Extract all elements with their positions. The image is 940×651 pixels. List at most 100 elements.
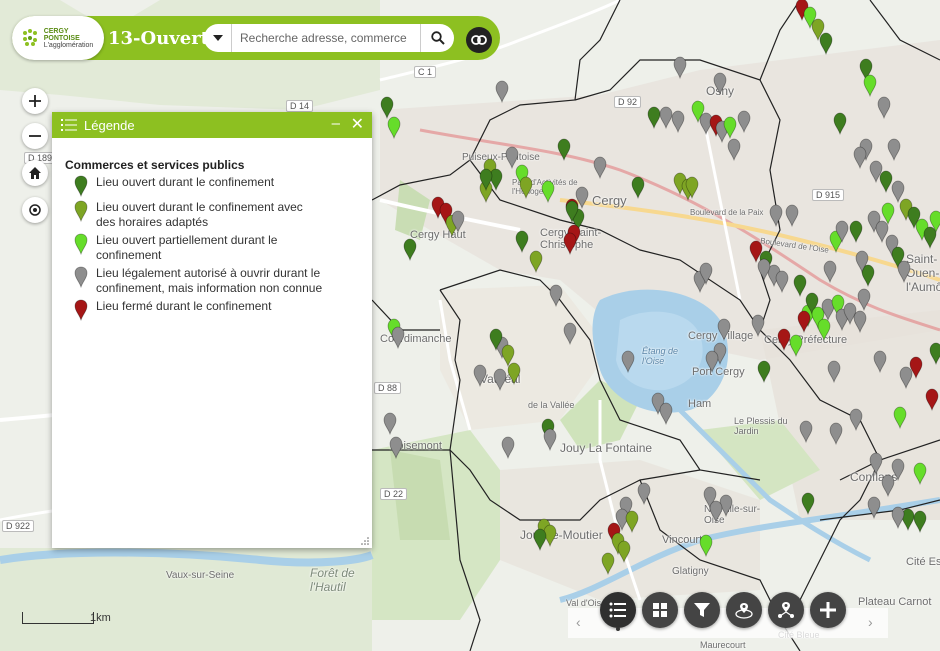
- map-marker[interactable]: [817, 318, 831, 342]
- close-icon[interactable]: ✕: [351, 114, 364, 134]
- map-marker[interactable]: [493, 368, 507, 392]
- map-marker[interactable]: [549, 284, 563, 308]
- map-marker[interactable]: [869, 452, 883, 476]
- map-marker[interactable]: [827, 360, 841, 384]
- map-marker[interactable]: [875, 220, 889, 244]
- map-marker[interactable]: [913, 510, 927, 534]
- search-button[interactable]: [420, 24, 454, 52]
- map-marker[interactable]: [593, 156, 607, 180]
- map-marker[interactable]: [863, 74, 877, 98]
- home-button[interactable]: [22, 160, 48, 186]
- map-marker[interactable]: [717, 318, 731, 342]
- map-marker[interactable]: [391, 326, 405, 350]
- filter-tool-button[interactable]: [684, 592, 720, 628]
- map-marker[interactable]: [757, 258, 771, 282]
- map-marker[interactable]: [621, 350, 635, 374]
- minimize-icon[interactable]: –: [332, 115, 340, 132]
- map-marker[interactable]: [775, 270, 789, 294]
- map-marker[interactable]: [647, 106, 661, 130]
- map-marker[interactable]: [515, 230, 529, 254]
- map-marker[interactable]: [873, 350, 887, 374]
- map-marker[interactable]: [557, 138, 571, 162]
- map-marker[interactable]: [751, 314, 765, 338]
- map-marker[interactable]: [533, 528, 547, 552]
- map-marker[interactable]: [757, 360, 771, 384]
- map-marker[interactable]: [793, 274, 807, 298]
- map-marker[interactable]: [541, 180, 555, 204]
- toolbar-next-arrow[interactable]: ›: [868, 614, 873, 630]
- zoom-in-button[interactable]: [22, 88, 48, 114]
- zoom-out-button[interactable]: [22, 123, 48, 149]
- map-marker[interactable]: [899, 366, 913, 390]
- map-marker[interactable]: [659, 402, 673, 426]
- map-marker[interactable]: [737, 110, 751, 134]
- map-marker[interactable]: [671, 110, 685, 134]
- map-marker[interactable]: [849, 220, 863, 244]
- map-marker[interactable]: [853, 310, 867, 334]
- map-marker[interactable]: [383, 412, 397, 436]
- map-marker[interactable]: [543, 428, 557, 452]
- map-marker[interactable]: [923, 226, 937, 250]
- nearby-tool-button[interactable]: [726, 592, 762, 628]
- legend-header[interactable]: Légende – ✕: [52, 112, 372, 138]
- map-marker[interactable]: [709, 500, 723, 524]
- map-marker[interactable]: [891, 506, 905, 530]
- search-input[interactable]: [240, 31, 420, 45]
- map-marker[interactable]: [849, 408, 863, 432]
- map-marker[interactable]: [777, 328, 791, 352]
- map-marker[interactable]: [801, 492, 815, 516]
- map-marker[interactable]: [833, 112, 847, 136]
- share-link-button[interactable]: [466, 27, 492, 53]
- map-marker[interactable]: [387, 116, 401, 140]
- map-marker[interactable]: [887, 138, 901, 162]
- map-marker[interactable]: [857, 288, 871, 312]
- map-marker[interactable]: [853, 146, 867, 170]
- logo[interactable]: CERGY PONTOISE L'agglomération: [12, 16, 104, 60]
- map-marker[interactable]: [877, 96, 891, 120]
- map-marker[interactable]: [501, 436, 515, 460]
- map-marker[interactable]: [625, 510, 639, 534]
- map-marker[interactable]: [389, 436, 403, 460]
- map-marker[interactable]: [495, 80, 509, 104]
- map-marker[interactable]: [631, 176, 645, 200]
- map-marker[interactable]: [881, 474, 895, 498]
- map-marker[interactable]: [867, 496, 881, 520]
- map-marker[interactable]: [659, 106, 673, 130]
- map-marker[interactable]: [501, 344, 515, 368]
- map-marker[interactable]: [563, 232, 577, 256]
- add-tool-button[interactable]: [810, 592, 846, 628]
- directions-tool-button[interactable]: [768, 592, 804, 628]
- map-marker[interactable]: [881, 202, 895, 226]
- map-marker[interactable]: [519, 176, 533, 200]
- map-marker[interactable]: [699, 534, 713, 558]
- map-marker[interactable]: [891, 180, 905, 204]
- map-marker[interactable]: [727, 138, 741, 162]
- map-marker[interactable]: [891, 458, 905, 482]
- map-marker[interactable]: [893, 406, 907, 430]
- toolbar-prev-arrow[interactable]: ‹: [576, 614, 581, 630]
- map-marker[interactable]: [829, 422, 843, 446]
- map-marker[interactable]: [473, 364, 487, 388]
- map-marker[interactable]: [913, 462, 927, 486]
- map-marker[interactable]: [797, 310, 811, 334]
- map-marker[interactable]: [617, 540, 631, 564]
- map-marker[interactable]: [789, 334, 803, 358]
- map-marker[interactable]: [799, 420, 813, 444]
- map-marker[interactable]: [819, 32, 833, 56]
- map-marker[interactable]: [505, 146, 519, 170]
- layers-tool-button[interactable]: [642, 592, 678, 628]
- map-marker[interactable]: [823, 260, 837, 284]
- map-marker[interactable]: [705, 350, 719, 374]
- map-marker[interactable]: [637, 482, 651, 506]
- map-marker[interactable]: [929, 342, 940, 366]
- map-marker[interactable]: [601, 552, 615, 576]
- map-marker[interactable]: [380, 96, 394, 120]
- map-marker[interactable]: [879, 170, 893, 194]
- locate-button[interactable]: [22, 197, 48, 223]
- map-marker[interactable]: [507, 362, 521, 386]
- map-marker[interactable]: [785, 204, 799, 228]
- map-marker[interactable]: [897, 260, 911, 284]
- map-marker[interactable]: [713, 72, 727, 96]
- search-source-dropdown[interactable]: [204, 24, 232, 52]
- map-marker[interactable]: [403, 238, 417, 262]
